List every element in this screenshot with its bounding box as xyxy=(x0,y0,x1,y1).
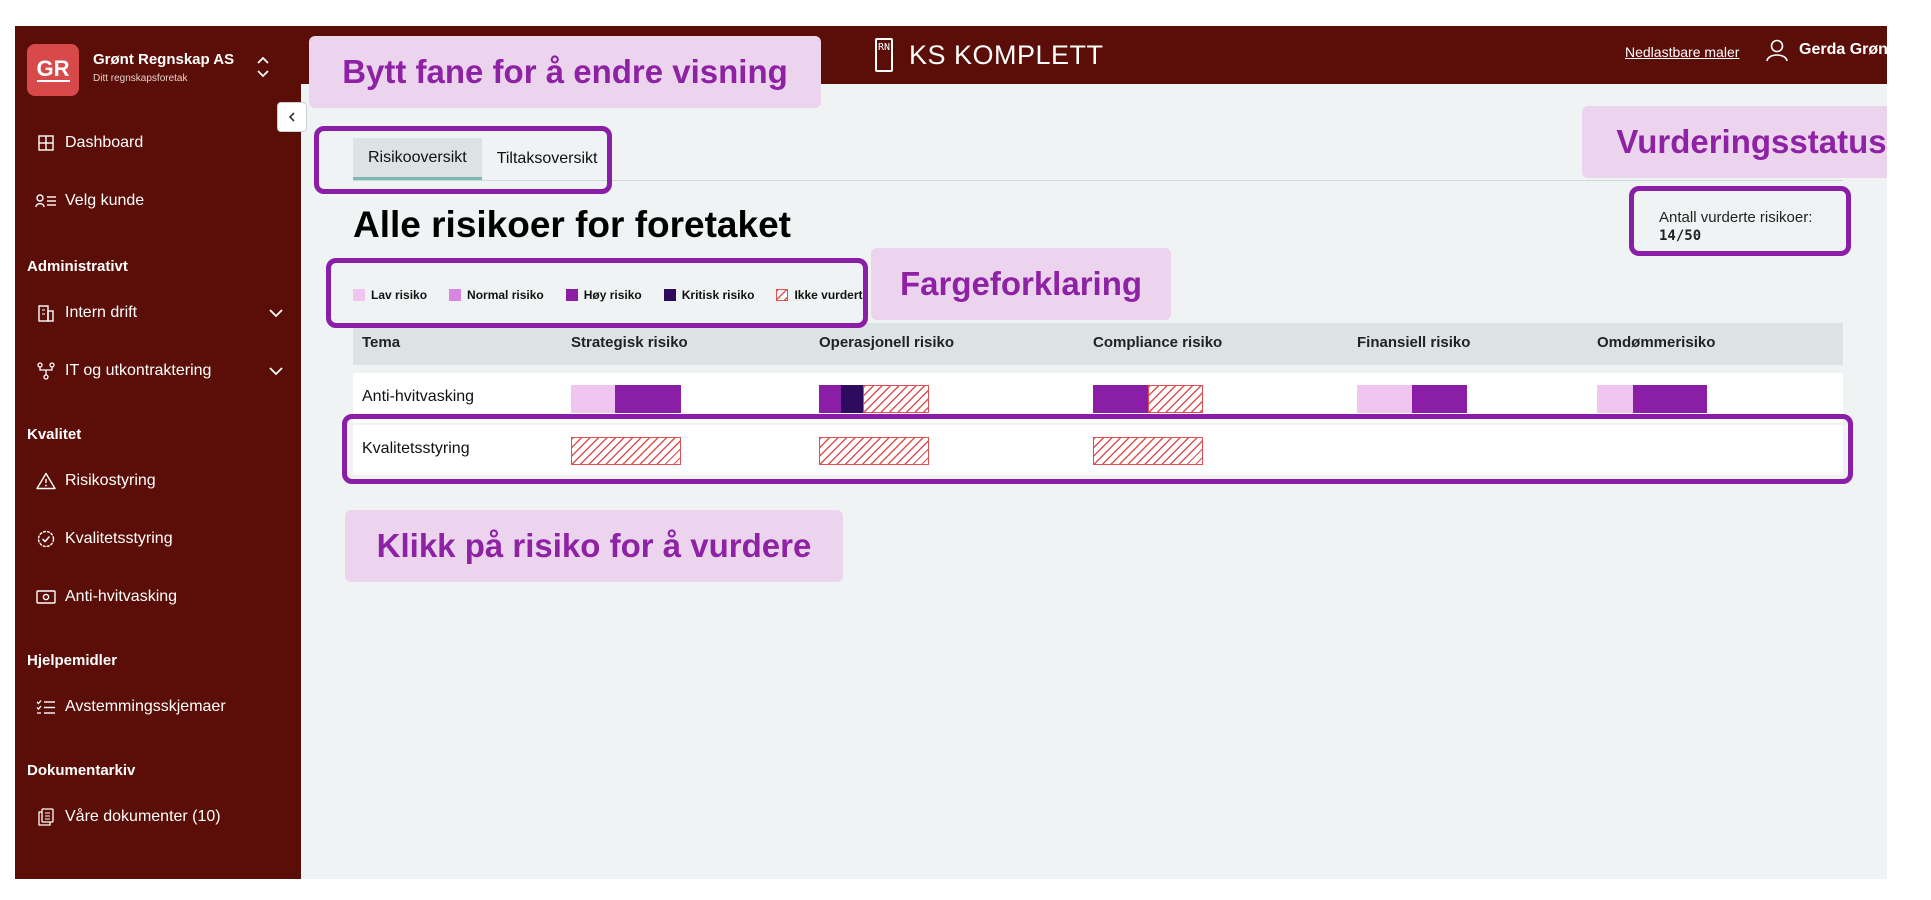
sidebar-item-vare-dokumenter[interactable]: Våre dokumenter (10) xyxy=(35,800,285,834)
page-title: Alle risikoer for foretaket xyxy=(353,204,791,245)
highlight-legend xyxy=(326,258,868,328)
column-header-compliance: Compliance risiko xyxy=(1093,334,1223,351)
chevron-left-icon xyxy=(288,112,295,122)
checklist-icon xyxy=(35,696,57,718)
user-icon xyxy=(1766,39,1788,62)
risk-segment-hoy[interactable] xyxy=(615,385,681,413)
annotation-status: Vurderingsstatus xyxy=(1582,106,1887,178)
sidebar-item-kvalitetsstyring[interactable]: Kvalitetsstyring xyxy=(35,522,285,556)
sidebar-section-kvalitet: Kvalitet xyxy=(27,426,82,443)
org-logo: GR xyxy=(27,44,79,96)
risk-segment-hoy[interactable] xyxy=(1633,385,1707,413)
sidebar-item-it-og-utkontraktering[interactable]: IT og utkontraktering xyxy=(35,354,285,388)
chevron-up-down-icon xyxy=(257,56,269,78)
risk-bar[interactable] xyxy=(571,385,681,413)
brand-logo[interactable]: RN KS KOMPLETT xyxy=(875,36,1104,74)
risk-segment-hoy[interactable] xyxy=(819,385,841,413)
sidebar-item-risikostyring[interactable]: Risikostyring xyxy=(35,464,285,498)
sidebar-item-label: Anti-hvitvasking xyxy=(65,588,178,605)
risk-segment-hoy[interactable] xyxy=(1093,385,1148,413)
chevron-down-icon xyxy=(269,367,283,376)
risk-segment-lav[interactable] xyxy=(571,385,615,413)
sidebar-item-velg-kunde[interactable]: Velg kunde xyxy=(35,184,285,218)
highlight-tabs xyxy=(314,126,612,194)
highlight-row xyxy=(342,414,1853,484)
badge-check-icon xyxy=(35,528,57,550)
sidebar-section-hjelpemidler: Hjelpemidler xyxy=(27,652,118,669)
sidebar-item-label: Kvalitetsstyring xyxy=(65,530,173,547)
warning-icon xyxy=(35,470,57,492)
sidebar-section-administrativt: Administrativt xyxy=(27,258,128,275)
risk-table: Tema Strategisk risiko Operasjonell risi… xyxy=(353,323,1843,475)
grid-icon xyxy=(35,132,57,154)
sidebar-item-intern-drift[interactable]: Intern drift xyxy=(35,296,285,330)
sidebar-item-dashboard[interactable]: Dashboard xyxy=(35,126,285,160)
sidebar-item-label: Intern drift xyxy=(65,304,138,321)
sidebar: GR Grønt Regnskap AS Ditt regnskapsforet… xyxy=(15,26,301,879)
user-menu[interactable]: Gerda Grønn xyxy=(1765,38,1887,62)
collapse-sidebar-button[interactable] xyxy=(277,102,307,132)
org-initials: GR xyxy=(36,56,70,82)
sidebar-item-label: IT og utkontraktering xyxy=(65,362,212,379)
risk-bar[interactable] xyxy=(1093,385,1203,413)
column-header-strategisk: Strategisk risiko xyxy=(571,334,688,351)
annotation-legend: Fargeforklaring xyxy=(871,248,1171,320)
org-name: Grønt Regnskap AS xyxy=(93,51,235,68)
network-icon xyxy=(35,360,57,382)
sidebar-item-label: Dashboard xyxy=(65,134,144,151)
documents-icon xyxy=(35,806,57,828)
column-header-finansiell: Finansiell risiko xyxy=(1357,334,1471,351)
row-label: Anti-hvitvasking xyxy=(362,388,475,405)
brand-mark: RN xyxy=(875,38,893,72)
risk-segment-lav[interactable] xyxy=(1357,385,1412,413)
risk-bar[interactable] xyxy=(1357,385,1467,413)
chevron-down-icon xyxy=(269,309,283,318)
brand-name: KS KOMPLETT xyxy=(909,39,1104,70)
table-header: Tema Strategisk risiko Operasjonell risi… xyxy=(353,323,1843,365)
sidebar-item-label: Avstemmingsskjemaer xyxy=(65,698,226,715)
sidebar-item-avstemmingsskjemaer[interactable]: Avstemmingsskjemaer xyxy=(35,690,285,724)
sidebar-item-anti-hvitvasking[interactable]: Anti-hvitvasking xyxy=(35,580,285,614)
column-header-tema: Tema xyxy=(362,334,401,351)
highlight-status xyxy=(1629,186,1851,256)
org-switcher[interactable]: GR Grønt Regnskap AS Ditt regnskapsforet… xyxy=(27,44,289,96)
annotation-click: Klikk på risiko for å vurdere xyxy=(345,510,843,582)
sidebar-section-dokumentarkiv: Dokumentarkiv xyxy=(27,762,136,779)
risk-segment-hoy[interactable] xyxy=(1412,385,1467,413)
user-name: Gerda Grønn xyxy=(1799,41,1887,58)
risk-segment-ikke[interactable] xyxy=(863,385,929,413)
column-header-operasjonell: Operasjonell risiko xyxy=(819,334,955,351)
column-header-omdomme: Omdømmerisiko xyxy=(1597,334,1716,351)
risk-segment-lav[interactable] xyxy=(1597,385,1634,413)
building-icon xyxy=(35,302,57,324)
sidebar-item-label: Risikostyring xyxy=(65,472,156,489)
user-list-icon xyxy=(35,190,57,212)
risk-segment-ikke[interactable] xyxy=(1148,385,1203,413)
app-frame: GR Grønt Regnskap AS Ditt regnskapsforet… xyxy=(15,26,1887,879)
downloadable-templates-link[interactable]: Nedlastbare maler xyxy=(1625,44,1739,60)
sidebar-item-label: Våre dokumenter (10) xyxy=(65,808,221,825)
risk-bar[interactable] xyxy=(819,385,929,413)
annotation-tabs: Bytt fane for å endre visning xyxy=(309,36,821,108)
money-icon xyxy=(35,586,57,608)
sidebar-item-label: Velg kunde xyxy=(65,192,145,209)
org-subtitle: Ditt regnskapsforetak xyxy=(93,73,188,84)
risk-bar[interactable] xyxy=(1597,385,1707,413)
risk-segment-kritisk[interactable] xyxy=(841,385,863,413)
